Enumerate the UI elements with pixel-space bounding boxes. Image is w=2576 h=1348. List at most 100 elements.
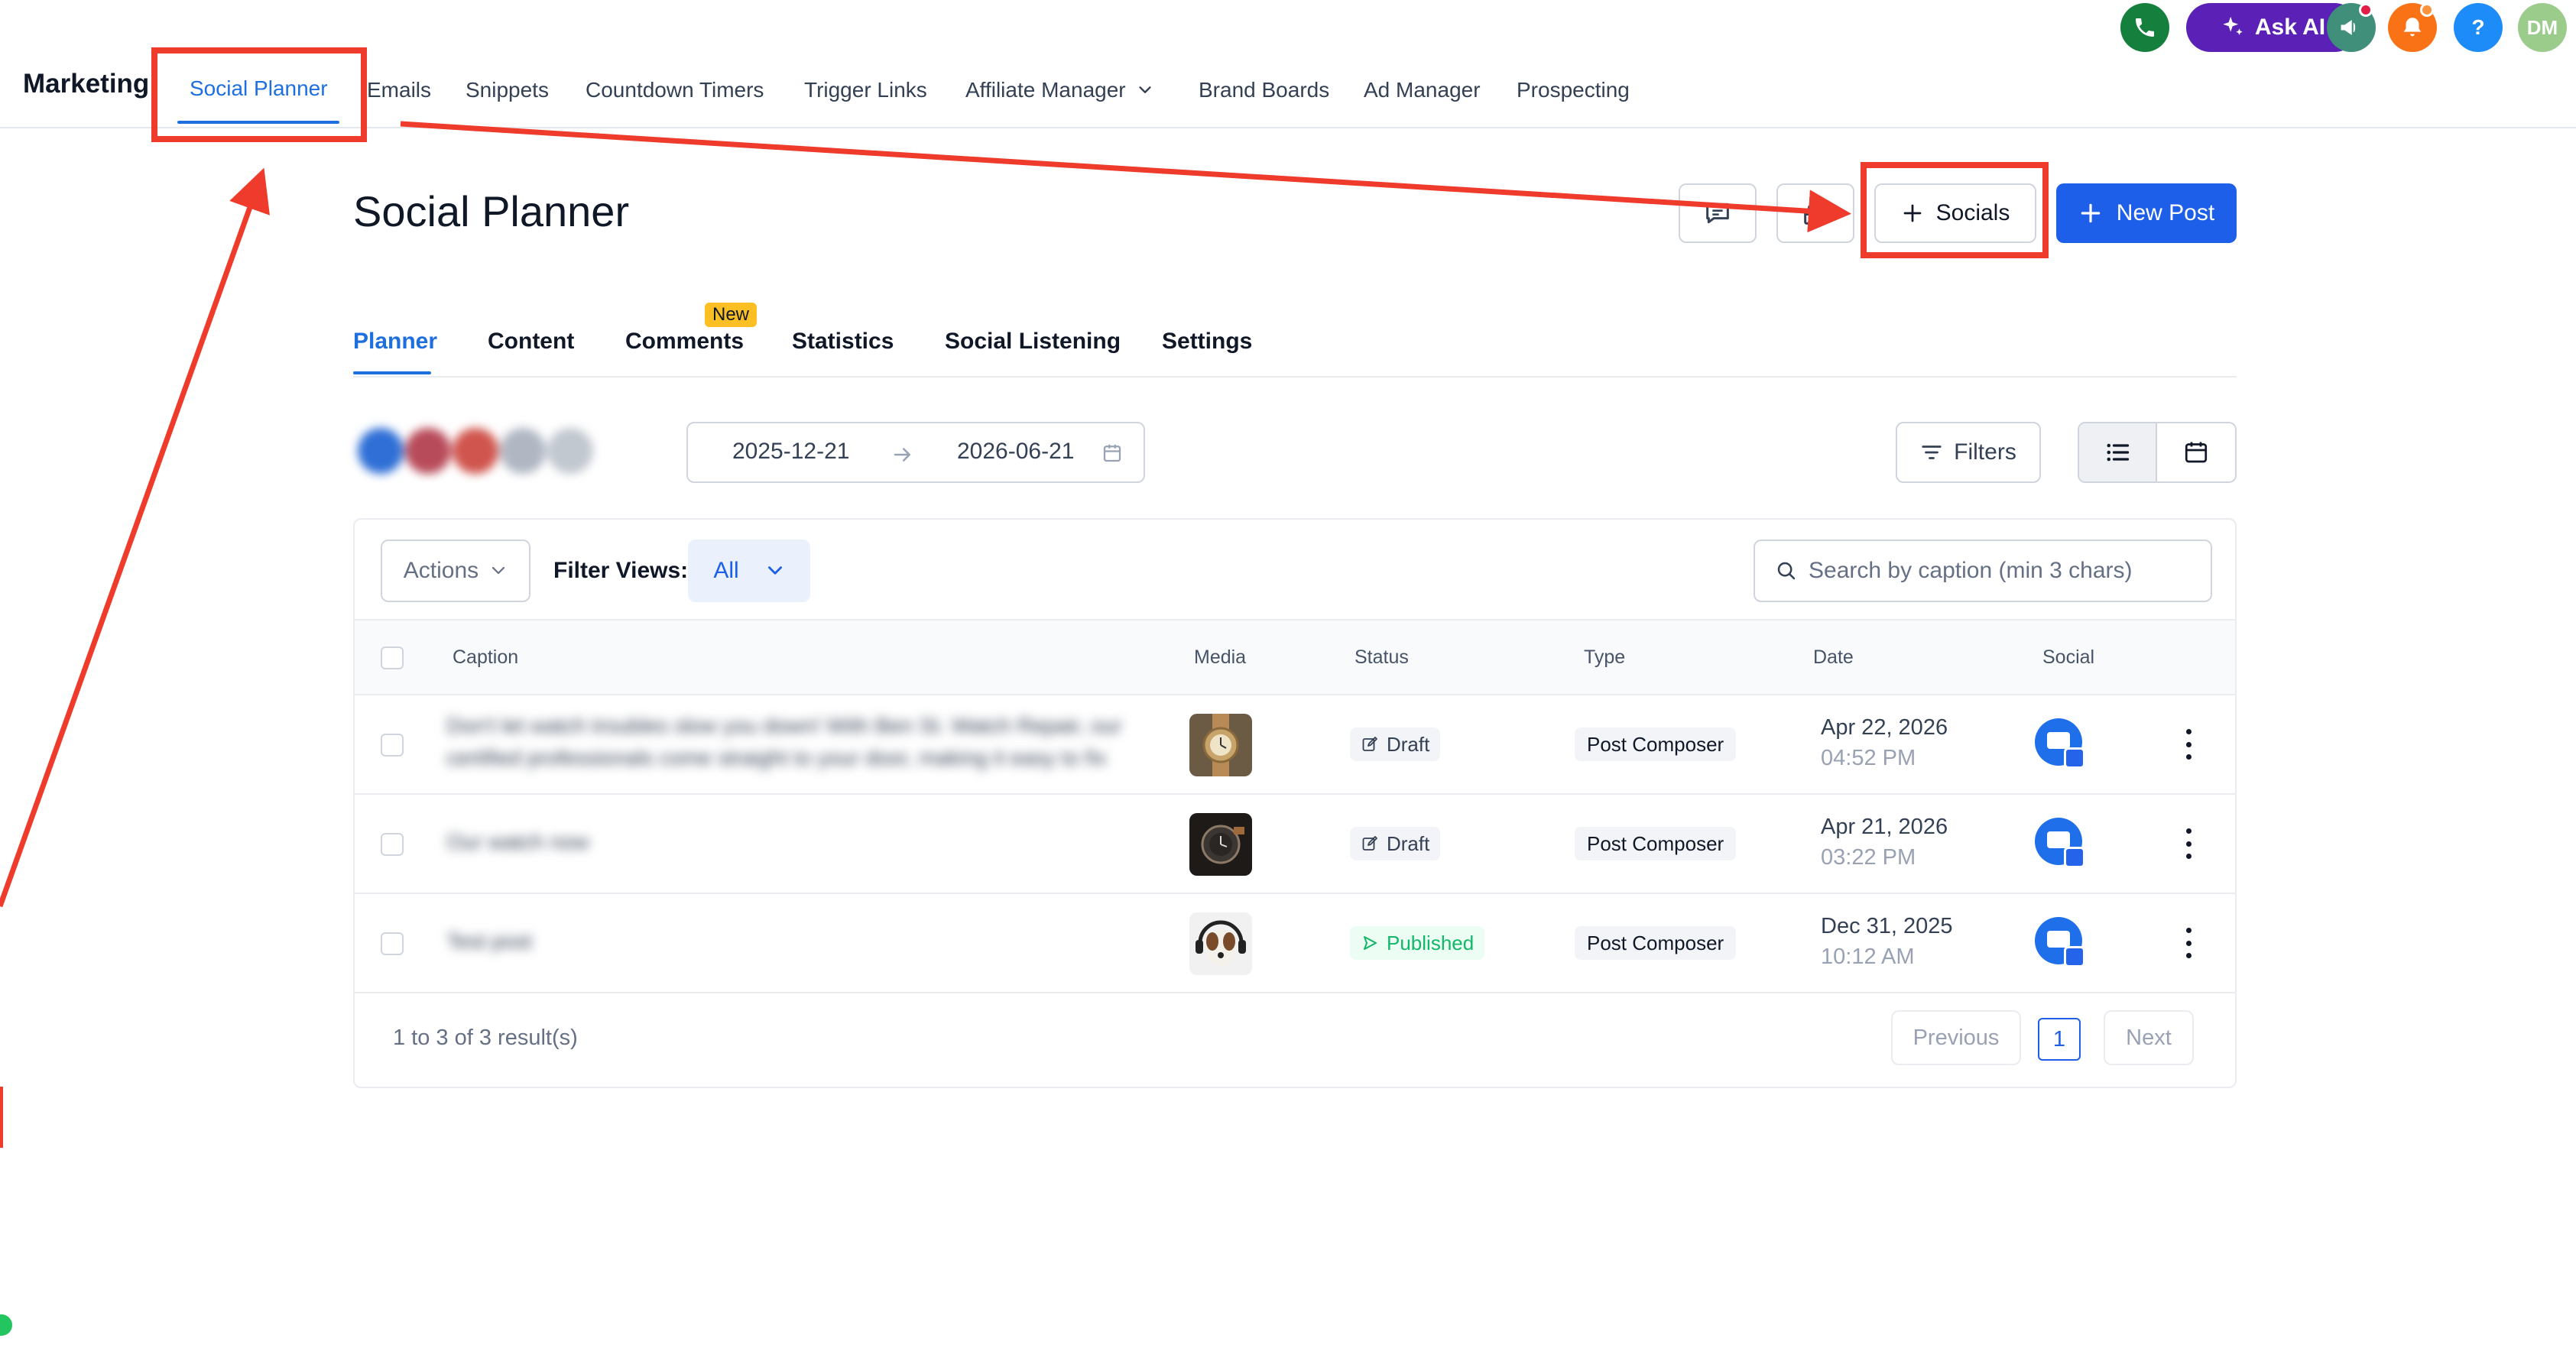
gift-button[interactable] xyxy=(1776,183,1854,243)
plus-icon xyxy=(2081,203,2101,223)
chevron-down-icon xyxy=(492,566,505,575)
filter-views-label: Filter Views: xyxy=(553,558,689,583)
actions-label: Actions xyxy=(403,558,479,583)
page-title: Social Planner xyxy=(353,187,630,235)
phone-button[interactable] xyxy=(2120,3,2169,52)
account-avatars[interactable] xyxy=(358,425,618,478)
nav-affiliate-manager[interactable]: Affiliate Manager xyxy=(965,78,1153,102)
media-thumbnail[interactable] xyxy=(1189,813,1252,876)
nav-snippets[interactable]: Snippets xyxy=(466,78,549,102)
caption-text: Test post xyxy=(446,929,533,953)
column-header-status[interactable]: Status xyxy=(1355,646,1409,669)
tab-comments[interactable]: Comments xyxy=(625,329,744,355)
chevron-down-icon xyxy=(1139,86,1151,93)
type-badge: Post Composer xyxy=(1575,827,1737,860)
table-row[interactable]: Test post Published Post Composer Dec 31… xyxy=(355,894,2235,993)
tab-planner[interactable]: Planner xyxy=(353,329,437,355)
gold-watch-image xyxy=(1189,714,1252,776)
media-thumbnail[interactable] xyxy=(1189,912,1252,975)
arrow-right-icon xyxy=(894,448,910,462)
filter-views-select[interactable]: All xyxy=(688,540,810,602)
filters-button[interactable]: Filters xyxy=(1896,422,2041,483)
edit-icon xyxy=(1362,737,1377,751)
view-toggle xyxy=(2078,422,2237,483)
status-label: Draft xyxy=(1387,732,1430,756)
more-options-icon[interactable] xyxy=(2177,828,2200,859)
nav-prospecting[interactable]: Prospecting xyxy=(1517,78,1630,102)
column-header-media[interactable]: Media xyxy=(1194,646,1246,669)
search-icon xyxy=(1777,562,1796,580)
row-checkbox[interactable] xyxy=(381,932,404,955)
nav-label: Countdown Timers xyxy=(586,78,764,102)
chat-button[interactable] xyxy=(1679,183,1757,243)
account-avatar xyxy=(358,428,404,474)
announcements-button[interactable] xyxy=(2327,3,2376,52)
nav-emails[interactable]: Emails xyxy=(367,78,431,102)
nav-countdown-timers[interactable]: Countdown Timers xyxy=(586,78,764,102)
status-label: Draft xyxy=(1387,831,1430,855)
new-post-button[interactable]: New Post xyxy=(2056,183,2237,243)
user-avatar[interactable]: DM xyxy=(2518,3,2567,52)
post-date: Dec 31, 2025 xyxy=(1821,914,1953,938)
social-account-icon xyxy=(2035,917,2085,967)
column-header-type[interactable]: Type xyxy=(1584,646,1625,669)
dog-headphones-image xyxy=(1189,912,1252,975)
nav-brand-boards[interactable]: Brand Boards xyxy=(1199,78,1329,102)
status-badge: Draft xyxy=(1350,727,1441,761)
caption-search[interactable] xyxy=(1754,540,2212,602)
megaphone-icon xyxy=(2341,20,2356,35)
table-header: Caption Media Status Type Date Social xyxy=(355,619,2235,695)
more-options-icon[interactable] xyxy=(2177,729,2200,760)
caption-text: certified professionals come straight to… xyxy=(446,746,1107,770)
tab-social-listening[interactable]: Social Listening xyxy=(945,329,1121,355)
chat-icon xyxy=(1706,203,1729,224)
tab-settings[interactable]: Settings xyxy=(1162,329,1252,355)
edit-icon xyxy=(1362,836,1377,851)
dark-watch-image xyxy=(1189,813,1252,876)
result-count: 1 to 3 of 3 result(s) xyxy=(393,1026,578,1050)
tab-content[interactable]: Content xyxy=(488,329,574,355)
calendar-view-button[interactable] xyxy=(2157,423,2235,481)
column-header-caption[interactable]: Caption xyxy=(453,646,518,669)
next-page-button[interactable]: Next xyxy=(2104,1010,2194,1065)
select-all-checkbox[interactable] xyxy=(381,646,404,669)
more-options-icon[interactable] xyxy=(2177,928,2200,958)
status-dot xyxy=(0,1314,12,1336)
phone-icon xyxy=(2136,18,2154,37)
calendar-icon xyxy=(2185,442,2208,463)
nav-trigger-links[interactable]: Trigger Links xyxy=(804,78,927,102)
nav-ad-manager[interactable]: Ad Manager xyxy=(1364,78,1481,102)
bell-icon xyxy=(2403,18,2422,37)
actions-dropdown[interactable]: Actions xyxy=(381,540,530,602)
new-badge: New xyxy=(705,303,758,327)
help-button[interactable]: ? xyxy=(2454,3,2503,52)
notifications-button[interactable] xyxy=(2388,3,2437,52)
list-icon xyxy=(2107,443,2130,462)
table-row[interactable]: Don't let watch troubles slow you down! … xyxy=(355,695,2235,795)
posts-table-card: Actions Filter Views: All Caption Media … xyxy=(353,518,2237,1088)
media-thumbnail[interactable] xyxy=(1189,714,1252,776)
date-start: 2025-12-21 xyxy=(732,439,850,464)
list-view-button[interactable] xyxy=(2079,423,2158,481)
account-avatar xyxy=(453,428,498,474)
social-account-icon xyxy=(2035,718,2085,769)
filter-views-value: All xyxy=(713,558,739,583)
gift-icon xyxy=(1804,205,1827,225)
row-checkbox[interactable] xyxy=(381,833,404,856)
date-range-picker[interactable]: 2025-12-21 2026-06-21 xyxy=(686,422,1145,483)
help-icon: ? xyxy=(2471,15,2485,39)
filter-icon xyxy=(1922,446,1942,459)
nav-label: Trigger Links xyxy=(804,78,927,102)
previous-page-button[interactable]: Previous xyxy=(1891,1010,2021,1065)
tab-statistics[interactable]: Statistics xyxy=(792,329,894,355)
search-input[interactable] xyxy=(1809,558,2206,584)
caption-text: Our watch now xyxy=(446,830,589,854)
post-time: 04:52 PM xyxy=(1821,746,1916,770)
app-title: Marketing xyxy=(23,69,150,99)
row-checkbox[interactable] xyxy=(381,734,404,757)
column-header-social[interactable]: Social xyxy=(2042,646,2094,669)
column-header-date[interactable]: Date xyxy=(1813,646,1854,669)
table-row[interactable]: Our watch now Draft Post Composer Apr 21… xyxy=(355,795,2235,894)
nav-label: Prospecting xyxy=(1517,78,1630,102)
page-number-button[interactable]: 1 xyxy=(2038,1018,2081,1061)
